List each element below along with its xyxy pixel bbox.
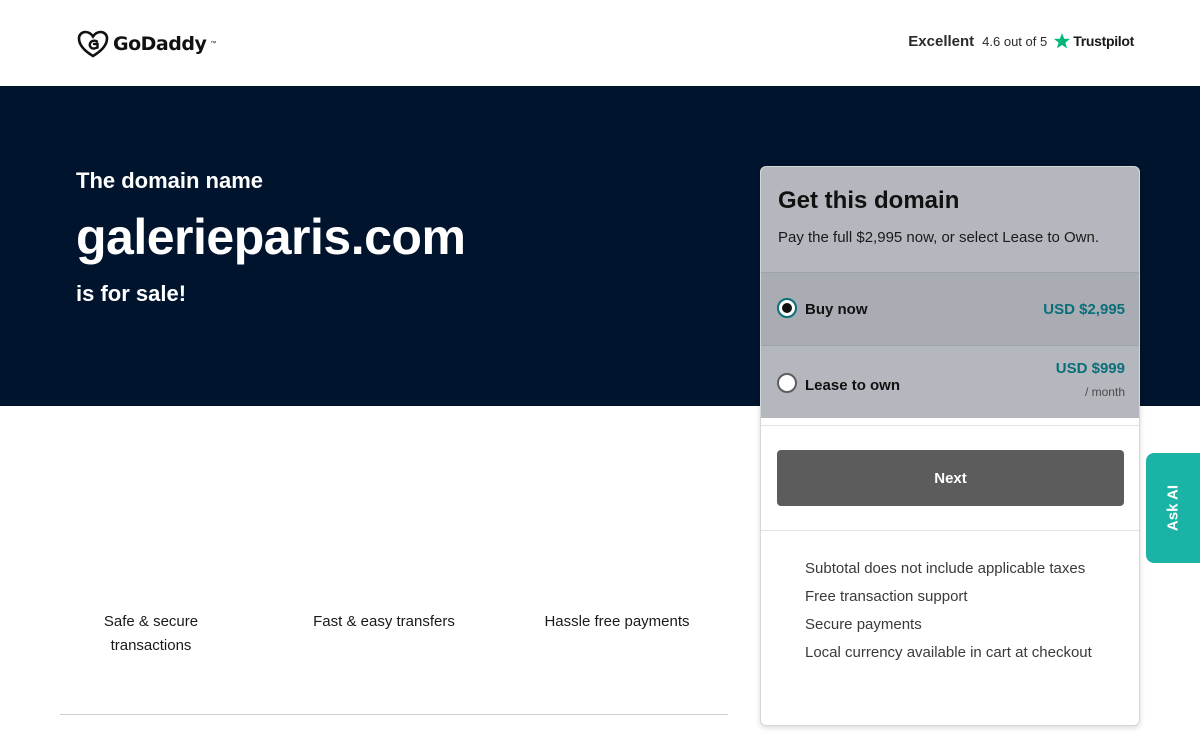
next-button[interactable]: Next: [777, 450, 1124, 506]
card-separator: [761, 530, 1139, 531]
purchase-card: Get this domain Pay the full $2,995 now,…: [760, 166, 1140, 726]
note-item: Local currency available in cart at chec…: [805, 644, 1092, 661]
trustpilot-logo: Trustpilot: [1053, 32, 1134, 50]
feature-secure-transactions: Safe & secure transactions: [103, 613, 199, 654]
card-separator: [761, 425, 1139, 426]
card-subtitle: Pay the full $2,995 now, or select Lease…: [778, 229, 1100, 246]
buy-now-label: Buy now: [805, 301, 868, 318]
rating-word: Excellent: [908, 32, 975, 50]
godaddy-heart-icon: [77, 30, 109, 58]
lease-to-own-radio[interactable]: [777, 373, 797, 393]
godaddy-logo[interactable]: GoDaddy ™: [77, 28, 216, 60]
feature-hassle-free-payments: Hassle free payments: [544, 613, 690, 630]
ask-ai-label: Ask AI: [1164, 484, 1182, 532]
features-row: Safe & secure transactions Fast & easy t…: [60, 610, 728, 658]
feature-easy-transfers: Fast & easy transfers: [313, 613, 455, 630]
logo-text: GoDaddy: [113, 33, 207, 55]
lease-per-month: / month: [1084, 385, 1125, 399]
purchase-notes: Subtotal does not include applicable tax…: [805, 555, 1092, 667]
trustpilot-rating[interactable]: Excellent 4.6 out of 5 Trustpilot: [908, 32, 1134, 50]
trustpilot-label: Trustpilot: [1073, 33, 1134, 49]
ask-ai-button[interactable]: Ask AI: [1146, 453, 1200, 563]
rating-score: 4.6 out of 5: [982, 33, 1048, 49]
hero-kicker: The domain name: [76, 168, 264, 193]
note-item: Secure payments: [805, 616, 922, 633]
card-title: Get this domain: [778, 187, 960, 214]
lease-to-own-label: Lease to own: [805, 377, 901, 394]
option-lease-to-own[interactable]: Lease to own USD $999 / month: [761, 346, 1139, 418]
domain-name-heading: galerieparis.com: [76, 209, 466, 265]
note-item: Free transaction support: [805, 588, 968, 605]
note-item: Subtotal does not include applicable tax…: [805, 560, 1086, 577]
buy-now-price: USD $2,995: [1043, 301, 1125, 318]
lease-price: USD $999: [1055, 360, 1125, 377]
site-header: GoDaddy ™ Excellent 4.6 out of 5 Trustpil…: [0, 0, 1200, 86]
for-sale-text: is for sale!: [76, 281, 187, 306]
section-divider: [60, 714, 728, 715]
buy-now-radio[interactable]: [777, 298, 797, 318]
trustpilot-star-icon: [1054, 33, 1071, 49]
card-options-panel: Get this domain Pay the full $2,995 now,…: [761, 167, 1139, 418]
option-buy-now[interactable]: Buy now USD $2,995: [761, 273, 1139, 345]
